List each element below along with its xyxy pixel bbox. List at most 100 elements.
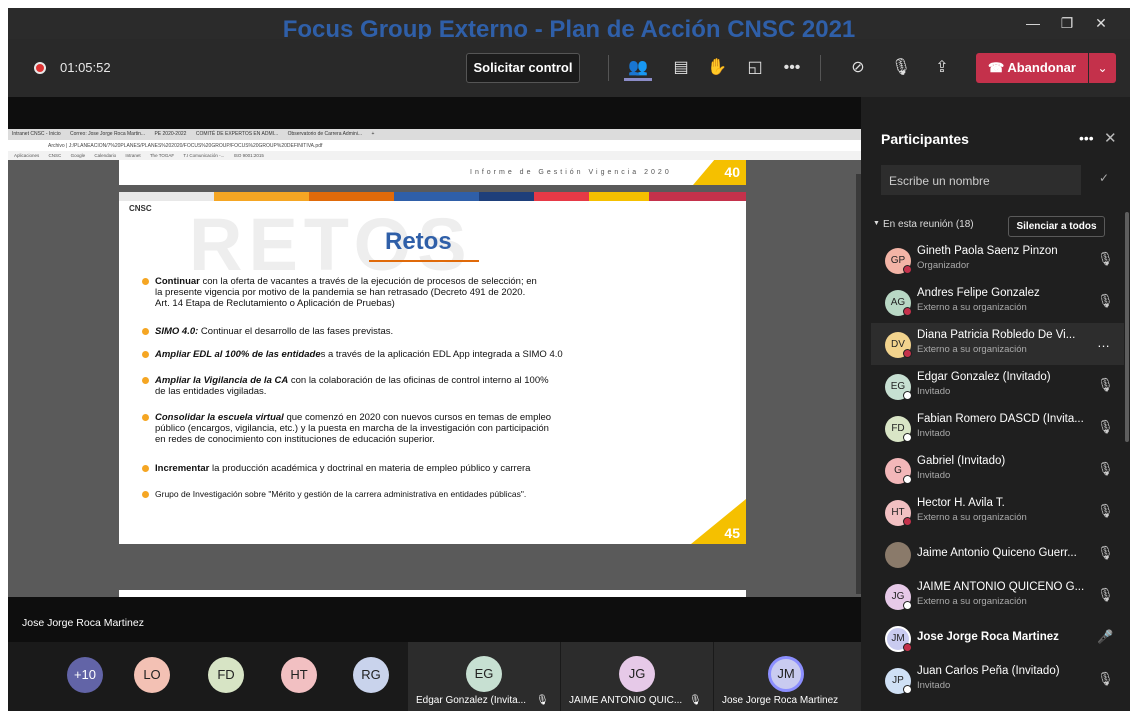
bullet-bold: Ampliar EDL al 100% de las entidade xyxy=(155,349,321,360)
chat-icon[interactable]: ▤ xyxy=(667,55,695,81)
bullet-text: que comenzó en 2020 con nuevos cursos en… xyxy=(283,412,552,423)
participant-item[interactable]: JG JAIME ANTONIO QUICENO G... Externo a … xyxy=(871,575,1124,617)
mic-off-icon[interactable]: 🎙 xyxy=(1097,251,1114,267)
participant-item[interactable]: JM Jose Jorge Roca Martinez 🎤 xyxy=(871,617,1124,659)
status-icon xyxy=(903,643,912,652)
more-options-icon[interactable]: ••• xyxy=(1079,130,1094,146)
bullet-bold: Continuar xyxy=(155,276,200,287)
recording-icon xyxy=(34,62,46,74)
panel-scrollbar[interactable] xyxy=(1125,212,1129,442)
raise-hand-icon[interactable]: ✋ xyxy=(703,55,731,81)
chevron-down-icon: ▼ xyxy=(873,220,880,227)
bullet-text: en redes de conocimiento con institucion… xyxy=(155,434,435,445)
mic-off-icon[interactable]: 🎙 xyxy=(1097,503,1114,519)
avatar[interactable]: FD xyxy=(208,657,244,693)
bullet-item: Continuar con la oferta de vacantes a tr… xyxy=(142,276,537,309)
camera-off-icon[interactable]: ⊘ xyxy=(844,55,872,81)
video-tile[interactable]: JM Jose Jorge Roca Martinez xyxy=(714,642,861,711)
avatar[interactable]: RG xyxy=(353,657,389,693)
pdf-page-current: RETOS CNSC Retos Continuar con la oferta… xyxy=(119,192,746,544)
bullet-text: con la colaboración de las oficinas de c… xyxy=(288,375,549,386)
mute-all-button[interactable]: Silenciar a todos xyxy=(1008,216,1105,237)
participant-item[interactable]: FD Fabian Romero DASCD (Invita... Invita… xyxy=(871,407,1124,449)
mic-off-icon[interactable]: 🎙 xyxy=(1097,461,1114,477)
participant-role: Invitado xyxy=(917,470,951,481)
check-icon[interactable]: ✓ xyxy=(1099,171,1109,185)
participant-item[interactable]: DV Diana Patricia Robledo De Vi... Exter… xyxy=(871,323,1124,365)
bullet-icon xyxy=(142,328,149,335)
participant-item[interactable]: HT Hector H. Avila T. Externo a su organ… xyxy=(871,491,1124,533)
maximize-icon[interactable]: ❐ xyxy=(1052,12,1082,34)
more-options-icon[interactable]: … xyxy=(1097,335,1110,350)
color-bar xyxy=(214,192,309,201)
pdf-page-previous: Informe de Gestión Vigencia 2020 40 xyxy=(119,160,746,185)
mic-off-icon[interactable]: 🎙 xyxy=(1097,587,1114,603)
browser-tab: COMITÉ DE EXPERTOS EN ADMI... xyxy=(195,131,279,137)
mic-off-icon[interactable]: 🎙 xyxy=(1097,293,1114,309)
participant-role: Externo a su organización xyxy=(917,596,1027,607)
participant-name: Andres Felipe Gonzalez xyxy=(917,287,1040,299)
browser-tab: Observatorio de Carrera Admini... xyxy=(287,131,363,137)
mic-off-icon: 🎙 xyxy=(536,695,549,706)
video-tile[interactable]: JG JAIME ANTONIO QUIC... 🎙 xyxy=(561,642,713,711)
section-label: En esta reunión (18) xyxy=(883,219,974,230)
leave-button[interactable]: ☎ Abandonar xyxy=(976,53,1088,83)
participant-name: Edgar Gonzalez (Invitado) xyxy=(917,371,1051,383)
request-control-button[interactable]: Solicitar control xyxy=(466,53,580,83)
avatar: JG xyxy=(619,656,655,692)
participant-name: Jaime Antonio Quiceno Guerr... xyxy=(917,547,1077,559)
mic-icon[interactable]: 🎤 xyxy=(1097,629,1113,645)
overflow-count[interactable]: +10 xyxy=(67,657,103,693)
status-icon xyxy=(903,433,912,442)
browser-tab: PE 2020-2022 xyxy=(154,131,187,137)
more-icon[interactable]: ••• xyxy=(778,55,806,81)
participant-item[interactable]: EG Edgar Gonzalez (Invitado) Invitado 🎙 xyxy=(871,365,1124,407)
participant-item[interactable]: Jaime Antonio Quiceno Guerr... 🎙 xyxy=(871,533,1124,575)
participant-name: Fabian Romero DASCD (Invita... xyxy=(917,413,1084,425)
participants-icon[interactable]: 👥 xyxy=(624,55,652,81)
rooms-icon[interactable]: ◱ xyxy=(741,55,769,81)
bookmark: CNSC xyxy=(48,153,62,158)
bullet-text: Art. 14 Etapa de Reclutamiento o Aplicac… xyxy=(155,298,395,309)
bullet-text: Continuar el desarrollo de las fases pre… xyxy=(198,326,394,337)
share-screen-icon[interactable]: ⇪ xyxy=(928,55,956,81)
address-bar: Archivo | J:/PLANEACION/7%20PLANES/PLANE… xyxy=(8,140,861,151)
participant-item[interactable]: GP Gineth Paola Saenz Pinzon Organizador… xyxy=(871,239,1124,281)
mic-off-icon[interactable]: 🎙 xyxy=(887,55,915,81)
color-bar xyxy=(534,192,589,201)
status-icon xyxy=(903,685,912,694)
status-icon xyxy=(903,601,912,610)
close-panel-icon[interactable]: ✕ xyxy=(1104,129,1117,147)
avatar[interactable]: HT xyxy=(281,657,317,693)
mic-off-icon[interactable]: 🎙 xyxy=(1097,377,1114,393)
leave-options-icon[interactable]: ⌄ xyxy=(1089,53,1116,83)
presenter-name: Jose Jorge Roca Martinez xyxy=(22,617,144,629)
pdf-scrollbar[interactable] xyxy=(856,174,861,594)
bullet-bold: Incrementar xyxy=(155,463,210,474)
bullet-text: s a través de la aplicación EDL App inte… xyxy=(320,349,563,360)
bullet-text: la presente vigencia por motivo de la pa… xyxy=(155,287,526,298)
minimize-icon[interactable]: — xyxy=(1018,12,1048,34)
avatar[interactable]: LO xyxy=(134,657,170,693)
video-tile[interactable]: EG Edgar Gonzalez (Invita... 🎙 xyxy=(408,642,560,711)
participant-item[interactable]: AG Andres Felipe Gonzalez Externo a su o… xyxy=(871,281,1124,323)
participant-name: Hector H. Avila T. xyxy=(917,497,1005,509)
avatar-photo xyxy=(885,542,911,568)
teams-window: Focus Group Externo - Plan de Acción CNS… xyxy=(8,8,1130,711)
participant-name: Diana Patricia Robledo De Vi... xyxy=(917,329,1076,341)
bullet-icon xyxy=(142,351,149,358)
page-number: 40 xyxy=(693,160,746,185)
participant-role: Externo a su organización xyxy=(917,344,1027,355)
mic-off-icon[interactable]: 🎙 xyxy=(1097,671,1114,687)
participant-role: Invitado xyxy=(917,386,951,397)
mic-off-icon[interactable]: 🎙 xyxy=(1097,545,1114,561)
participant-search-input[interactable]: Escribe un nombre xyxy=(881,165,1081,195)
mic-off-icon[interactable]: 🎙 xyxy=(1097,419,1114,435)
participant-role: Externo a su organización xyxy=(917,512,1027,523)
bullet-item: Consolidar la escuela virtual que comenz… xyxy=(142,412,552,445)
close-icon[interactable]: ✕ xyxy=(1086,12,1116,34)
participant-item[interactable]: G Gabriel (Invitado) Invitado 🎙 xyxy=(871,449,1124,491)
bookmark: Google xyxy=(70,153,86,158)
participant-item[interactable]: JP Juan Carlos Peña (Invitado) Invitado … xyxy=(871,659,1124,701)
bullet-text: de las entidades vigiladas. xyxy=(155,386,267,397)
